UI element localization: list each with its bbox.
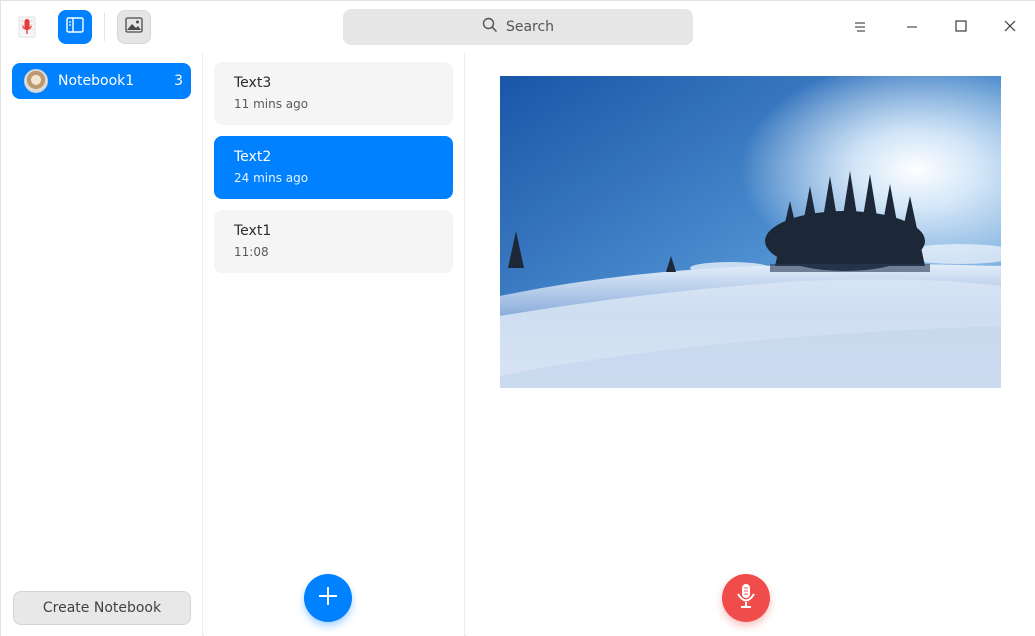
- notes-list: Text3 11 mins ago Text2 24 mins ago Text…: [204, 53, 465, 636]
- sidebar-icon: [66, 17, 84, 37]
- minimize-button[interactable]: [894, 9, 930, 45]
- toolbar-divider: [104, 13, 105, 41]
- note-title: Text1: [234, 223, 272, 239]
- add-note-button[interactable]: [304, 574, 352, 622]
- note-time: 24 mins ago: [234, 171, 309, 185]
- plus-icon: [317, 585, 339, 611]
- notebook-note-count: 3: [174, 73, 183, 89]
- search-placeholder: Search: [505, 19, 555, 35]
- maximize-button[interactable]: [943, 9, 979, 45]
- close-button[interactable]: [992, 9, 1028, 45]
- note-title: Text3: [234, 75, 272, 91]
- sidebar-toggle-button[interactable]: [58, 10, 92, 44]
- search-input[interactable]: Search: [343, 9, 693, 45]
- image-icon: [125, 17, 143, 37]
- maximize-icon: [954, 18, 968, 37]
- search-icon: [482, 17, 498, 37]
- note-item-selected[interactable]: Text2 24 mins ago: [214, 136, 453, 199]
- note-time: 11 mins ago: [234, 97, 309, 111]
- microphone-icon: [735, 583, 757, 613]
- create-notebook-button[interactable]: Create Notebook: [13, 591, 191, 625]
- inserted-image[interactable]: [500, 76, 1001, 388]
- notebook-item-notebook1[interactable]: Notebook1 3: [12, 63, 191, 99]
- title-bar: Search: [1, 1, 1035, 53]
- note-item[interactable]: Text1 11:08: [214, 210, 453, 273]
- app-window: Search Notebook1 3 Create Notebook Text3…: [0, 0, 1035, 636]
- minimize-icon: [905, 18, 919, 37]
- menu-icon: [853, 18, 867, 37]
- note-title: Text2: [234, 149, 272, 165]
- insert-image-button[interactable]: [117, 10, 151, 44]
- main-menu-button[interactable]: [842, 9, 878, 45]
- notebook-label: Notebook1: [58, 73, 135, 89]
- microphone-app-icon: [15, 15, 39, 39]
- notebook-avatar-icon: [24, 69, 48, 93]
- notebook-sidebar: Notebook1 3 Create Notebook: [1, 53, 203, 636]
- note-item[interactable]: Text3 11 mins ago: [214, 62, 453, 125]
- record-voice-button[interactable]: [722, 574, 770, 622]
- note-editor: [466, 53, 1035, 636]
- note-time: 11:08: [234, 245, 269, 259]
- close-icon: [1003, 18, 1017, 37]
